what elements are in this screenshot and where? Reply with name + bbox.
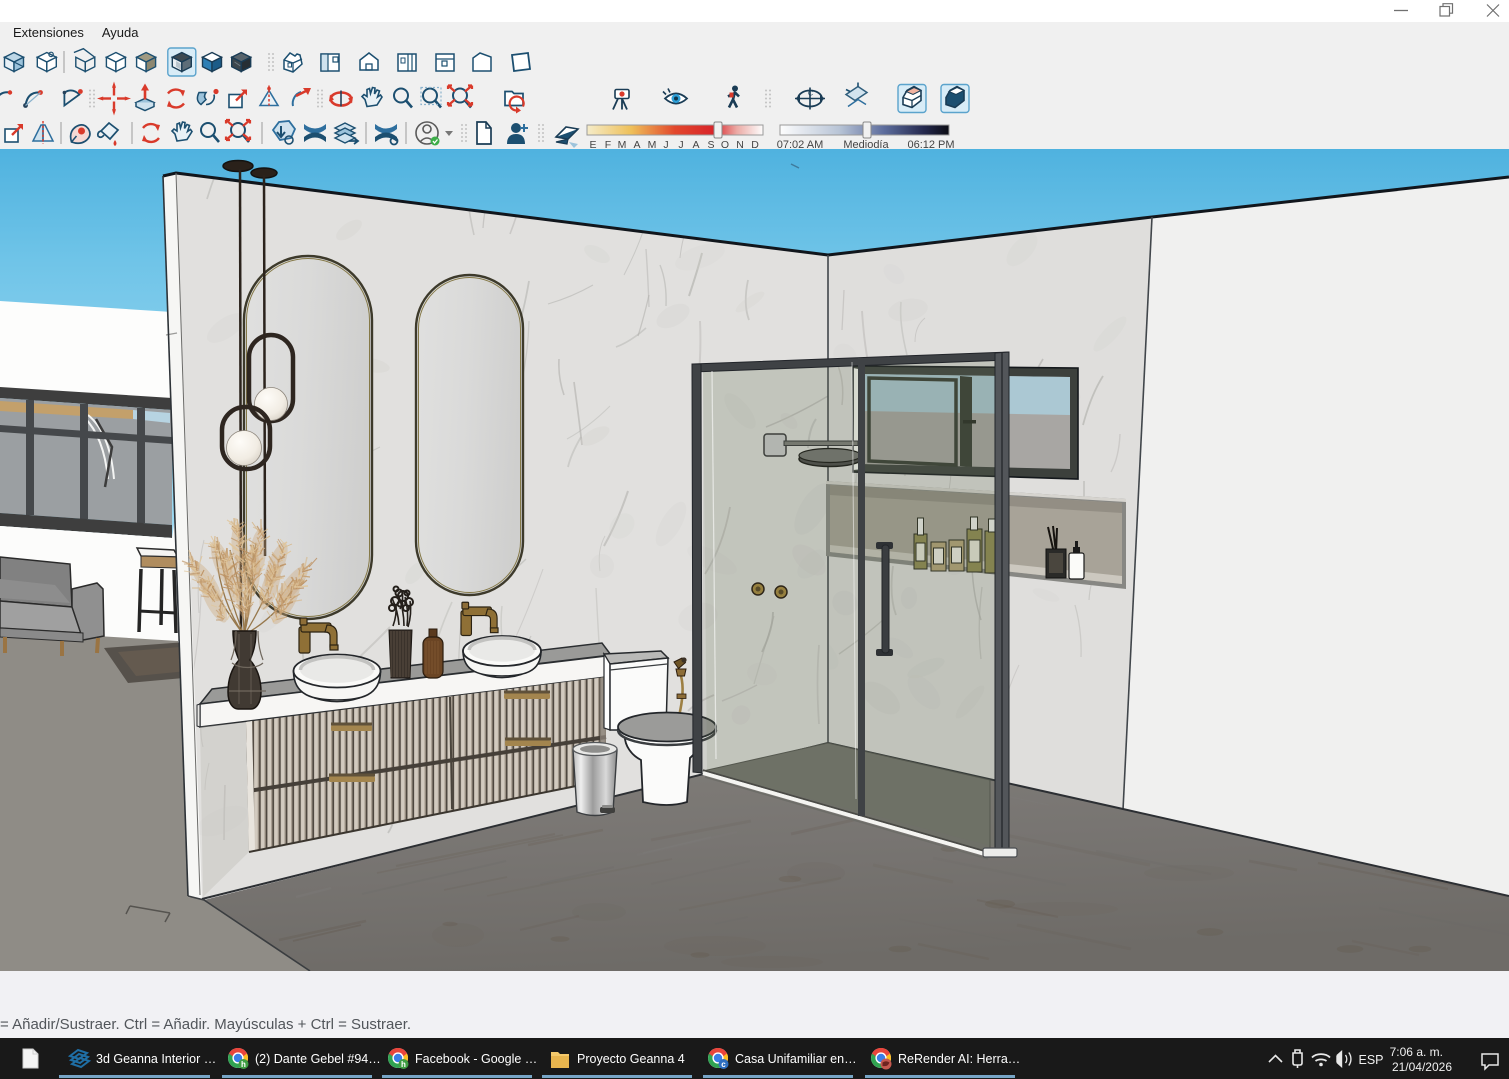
svg-text:M: M <box>618 139 627 149</box>
svg-text:C: C <box>808 91 813 98</box>
svg-text:S: S <box>707 139 714 149</box>
svg-text:N: N <box>736 139 744 149</box>
svg-text:F: F <box>605 139 611 149</box>
svg-text:h: h <box>241 1060 246 1069</box>
svg-text:A: A <box>633 139 640 149</box>
svg-text:E: E <box>589 139 596 149</box>
svg-text:21/04/2026: 21/04/2026 <box>1392 1060 1452 1074</box>
svg-text:ESP: ESP <box>1358 1053 1383 1067</box>
svg-text:A: A <box>692 139 699 149</box>
svg-text:c: c <box>721 1060 726 1069</box>
svg-text:Mediodía: Mediodía <box>843 139 889 149</box>
svg-text:h: h <box>401 1060 406 1069</box>
svg-text:D: D <box>751 139 759 149</box>
svg-text:J: J <box>678 139 683 149</box>
svg-text:06:12 PM: 06:12 PM <box>907 139 954 149</box>
svg-text:O: O <box>721 139 729 149</box>
svg-text:7:06 a. m.: 7:06 a. m. <box>1390 1045 1443 1059</box>
svg-text:J: J <box>663 139 668 149</box>
svg-text:M: M <box>648 139 657 149</box>
svg-text:07:02 AM: 07:02 AM <box>777 139 823 149</box>
